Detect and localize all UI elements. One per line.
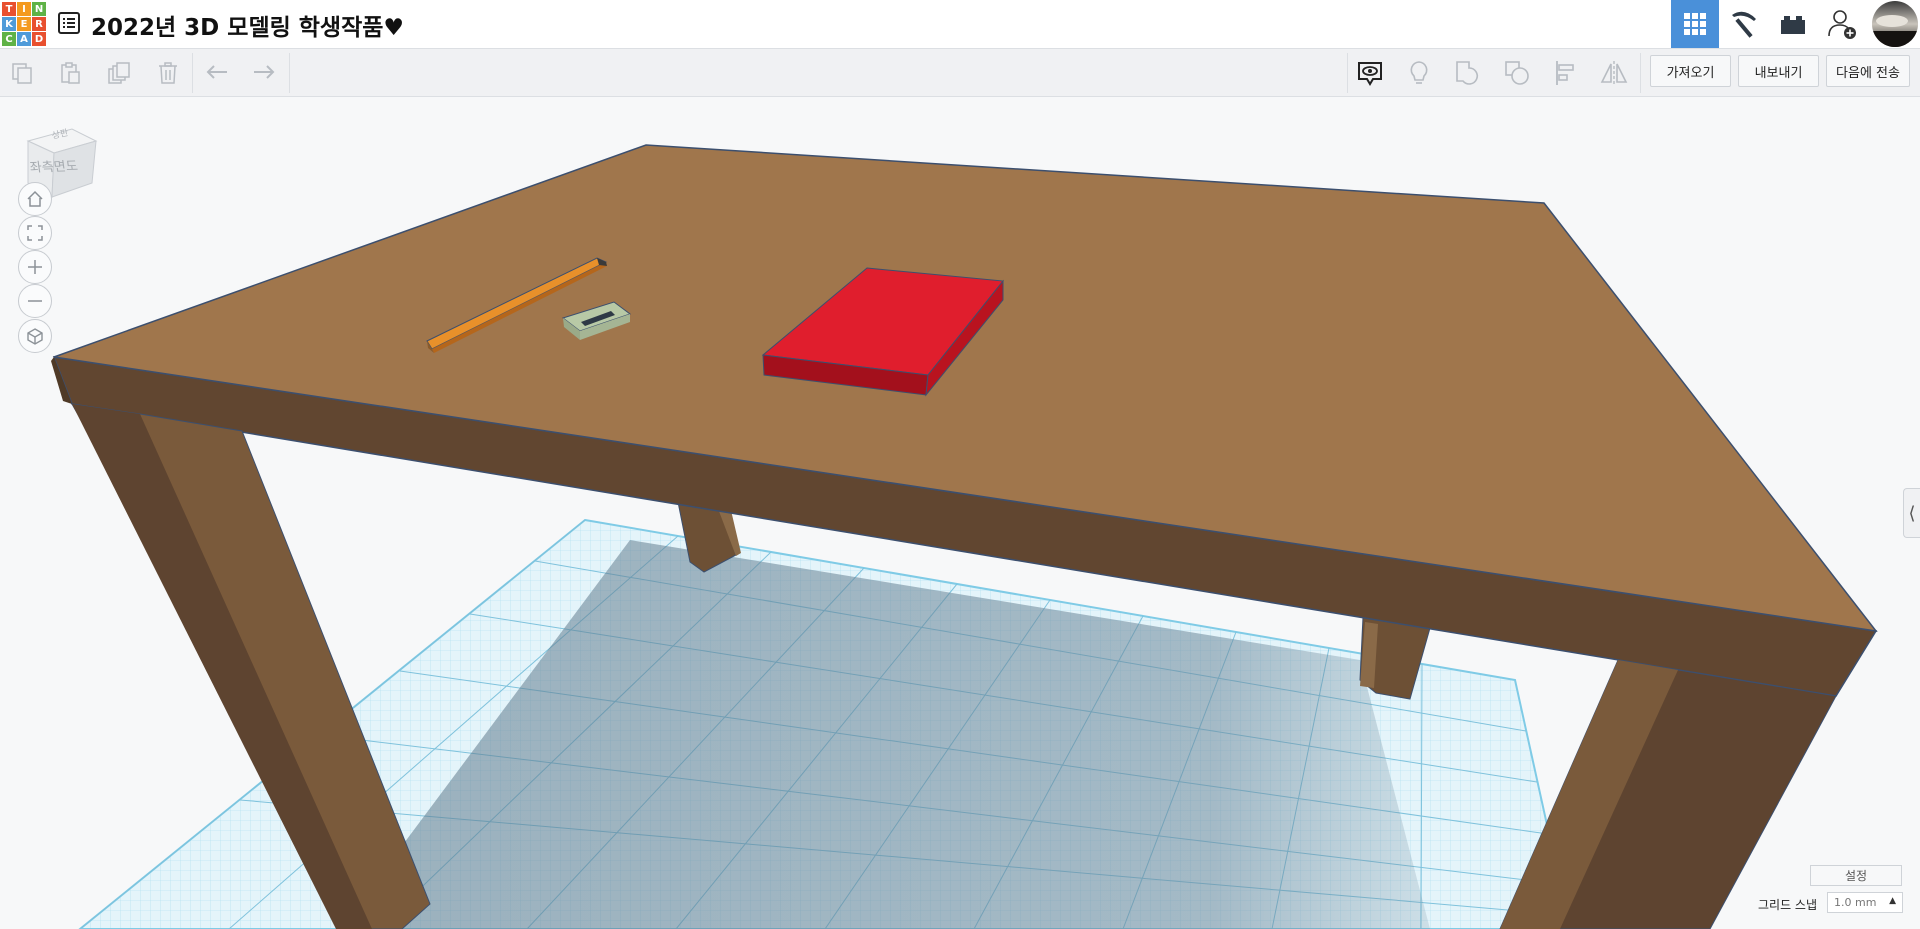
export-button[interactable]: 내보내기 <box>1738 55 1819 87</box>
edit-toolbar: 가져오기 내보내기 다음에 전송 <box>0 49 1920 97</box>
zoom-in-button[interactable] <box>18 250 52 284</box>
logo-letter: C <box>2 32 16 46</box>
invite-user-button[interactable] <box>1818 0 1866 48</box>
brick-icon <box>1781 16 1805 34</box>
send-to-button[interactable]: 다음에 전송 <box>1826 55 1910 87</box>
fit-all-icon <box>27 225 43 241</box>
pickaxe-icon <box>1732 11 1756 38</box>
align-button[interactable] <box>1546 53 1586 93</box>
lightbulb-icon <box>1410 61 1428 84</box>
add-user-icon <box>1828 10 1856 39</box>
align-icon <box>1556 61 1574 85</box>
nav-blocks[interactable] <box>1720 0 1768 48</box>
duplicate-button[interactable] <box>99 53 139 93</box>
toolbar-divider <box>289 53 290 93</box>
light-button[interactable] <box>1399 53 1439 93</box>
settings-button[interactable]: 설정 <box>1810 865 1902 886</box>
avatar <box>1872 1 1918 47</box>
notes-button[interactable] <box>1350 53 1390 93</box>
nav-3d-design[interactable] <box>1671 0 1719 48</box>
undo-icon <box>206 65 227 79</box>
trash-icon <box>159 62 177 84</box>
account-button[interactable] <box>1870 0 1920 48</box>
grid-snap-value: 1.0 mm <box>1834 896 1877 909</box>
logo-letter: N <box>32 2 46 16</box>
logo-letter: K <box>2 17 16 31</box>
nav-bricks[interactable] <box>1769 0 1817 48</box>
logo-letter: I <box>17 2 31 16</box>
undo-button[interactable] <box>198 53 238 93</box>
paste-button[interactable] <box>50 53 90 93</box>
import-button[interactable]: 가져오기 <box>1650 55 1731 87</box>
copy-icon <box>12 63 32 84</box>
home-view-button[interactable] <box>18 182 52 216</box>
logo-letter: T <box>2 2 16 16</box>
redo-button[interactable] <box>243 53 283 93</box>
workplane-viewport[interactable]: 상판 좌측면도 ⟨ 설정 그리드 스냅 1.0 mm ▲ <box>0 97 1920 929</box>
home-icon <box>27 190 43 207</box>
view-cube-face-label: 좌측면도 <box>28 159 80 176</box>
duplicate-icon <box>108 62 130 84</box>
projection-toggle-button[interactable] <box>18 319 52 353</box>
design-list-icon[interactable] <box>58 12 80 34</box>
minus-icon <box>28 300 42 302</box>
copy-button[interactable] <box>2 53 42 93</box>
ungroup-icon <box>1505 61 1529 85</box>
paste-icon <box>61 62 80 84</box>
mirror-icon <box>1600 61 1628 85</box>
toolbar-divider <box>1640 53 1641 93</box>
delete-button[interactable] <box>148 53 188 93</box>
redo-icon <box>254 65 275 79</box>
top-bar: T I N K E R C A D 2022년 3D 모델링 학생작품♥ <box>0 0 1920 49</box>
grid-snap-select[interactable]: 1.0 mm ▲ <box>1827 892 1903 913</box>
logo-letter: E <box>17 17 31 31</box>
logo-letter: R <box>32 17 46 31</box>
speech-eye-icon <box>1358 62 1382 86</box>
group-icon <box>1456 61 1478 85</box>
logo-letter: D <box>32 32 46 46</box>
grid-snap-label: 그리드 스냅 <box>1758 898 1818 912</box>
tinkercad-logo[interactable]: T I N K E R C A D <box>2 2 46 46</box>
design-title[interactable]: 2022년 3D 모델링 학생작품♥ <box>91 8 404 42</box>
plus-icon <box>28 260 42 274</box>
table-top[interactable] <box>53 144 1878 633</box>
toolbar-divider <box>1347 53 1348 93</box>
caret-up-icon: ▲ <box>1889 896 1896 906</box>
group-button[interactable] <box>1448 53 1488 93</box>
3d-scene[interactable] <box>0 97 1920 929</box>
toolbar-divider <box>192 53 193 93</box>
shapes-panel-toggle[interactable]: ⟨ <box>1903 488 1920 538</box>
ungroup-button[interactable] <box>1497 53 1537 93</box>
chevron-left-icon: ⟨ <box>1908 502 1916 524</box>
fit-view-button[interactable] <box>18 216 52 250</box>
perspective-cube-icon <box>27 328 43 345</box>
mirror-button[interactable] <box>1594 53 1634 93</box>
grid-icon <box>1684 13 1706 35</box>
zoom-out-button[interactable] <box>18 284 52 318</box>
logo-letter: A <box>17 32 31 46</box>
